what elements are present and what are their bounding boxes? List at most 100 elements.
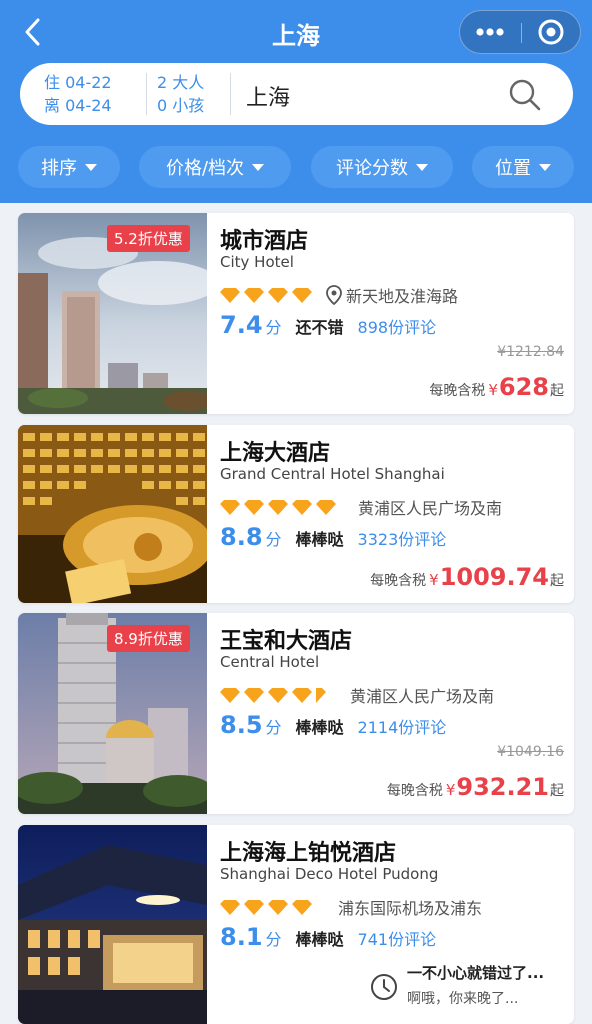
divider — [230, 73, 231, 115]
score-row: 7.4 分 还不错 898份评论 — [220, 311, 436, 339]
divider — [146, 73, 147, 115]
hotel-name: 王宝和大酒店 — [220, 629, 353, 654]
caret-down-icon — [416, 163, 428, 171]
diamond-icon — [292, 288, 312, 303]
discount-badge: 5.2折优惠 — [107, 225, 190, 252]
half-diamond-icon — [316, 688, 326, 703]
hotel-name: 上海大酒店 — [220, 441, 331, 466]
rating-row: 黄浦区人民广场及南 — [220, 495, 502, 519]
hotel-name: 城市酒店 — [220, 229, 309, 254]
currency-symbol: ¥ — [488, 381, 498, 399]
diamond-icon — [244, 900, 264, 915]
review-score: 8.8 — [220, 523, 263, 551]
rating-row: 新天地及淮海路 — [220, 283, 458, 307]
price-row: 每晚含税 ¥ 932.21 起 — [387, 773, 564, 801]
currency-symbol: ¥ — [429, 571, 439, 589]
location-text: 黄浦区人民广场及南 — [358, 499, 503, 518]
city-input[interactable]: 上海 — [246, 80, 290, 112]
price: 932.21 — [456, 773, 549, 801]
notice-title: 一不小心就错过了... — [407, 964, 545, 982]
filter-label: 排序 — [41, 158, 77, 179]
diamond-icon — [244, 288, 264, 303]
score-unit: 分 — [265, 318, 282, 337]
more-dots-icon[interactable] — [460, 11, 520, 53]
search-bar[interactable]: 住 04-22 离 04-24 2 大人 0 小孩 上海 — [20, 63, 573, 125]
rating-description: 棒棒哒 — [295, 530, 344, 549]
filter-sort[interactable]: 排序 — [18, 146, 120, 188]
diamond-rating — [220, 499, 340, 515]
original-price: ¥1212.84 — [497, 344, 564, 360]
price: 1009.74 — [439, 563, 549, 591]
filter-price[interactable]: 价格/档次 — [139, 146, 291, 188]
hotel-location: 黄浦区人民广场及南 — [358, 495, 502, 519]
review-count[interactable]: 741份评论 — [358, 926, 437, 950]
hotel-english-name: Shanghai Deco Hotel Pudong — [220, 865, 439, 883]
hotel-english-name: Central Hotel — [220, 653, 320, 671]
hotel-photo — [18, 825, 207, 1024]
filter-review-score[interactable]: 评论分数 — [311, 146, 453, 188]
score-unit: 分 — [265, 718, 282, 737]
discount-badge: 8.9折优惠 — [107, 625, 190, 652]
diamond-rating — [220, 687, 330, 703]
clock-icon — [371, 974, 397, 1000]
rating-row: 浦东国际机场及浦东 — [220, 895, 482, 919]
filter-label: 价格/档次 — [165, 158, 245, 179]
search-icon[interactable] — [506, 76, 544, 114]
rating-description: 棒棒哒 — [295, 930, 344, 949]
price-prefix: 每晚含税 — [429, 383, 486, 399]
price-row: 每晚含税 ¥ 1009.74 起 — [370, 563, 564, 591]
location-text: 新天地及淮海路 — [346, 287, 459, 306]
review-count[interactable]: 2114份评论 — [358, 714, 447, 738]
currency-symbol: ¥ — [445, 781, 456, 799]
rating-row: 黄浦区人民广场及南 — [220, 683, 494, 707]
price-prefix: 每晚含税 — [386, 783, 443, 799]
hotel-english-name: Grand Central Hotel Shanghai — [220, 465, 445, 483]
caret-down-icon — [539, 163, 551, 171]
diamond-icon — [220, 900, 240, 915]
close-mini-program-icon[interactable] — [522, 11, 580, 53]
diamond-rating — [220, 287, 316, 303]
score-row: 8.5 分 棒棒哒 2114份评论 — [220, 711, 446, 739]
review-count[interactable]: 3323份评论 — [358, 526, 447, 550]
guest-selector[interactable]: 2 大人 0 小孩 — [157, 71, 237, 117]
back-arrow-icon[interactable] — [18, 14, 48, 50]
hotel-card[interactable]: 8.9折优惠 王宝和大酒店 Central Hotel 黄浦区人民广场及南 8.… — [18, 613, 574, 814]
price-suffix: 起 — [550, 573, 564, 589]
diamond-rating — [220, 899, 316, 915]
score-unit: 分 — [265, 930, 282, 949]
header: 上海 住 04-22 离 04-24 2 大人 0 小孩 上海 排序 价格/档次… — [0, 0, 592, 203]
hotel-english-name: City Hotel — [220, 253, 294, 271]
diamond-icon — [292, 688, 312, 703]
date-selector[interactable]: 住 04-22 离 04-24 — [44, 71, 139, 117]
sold-out-notice: 一不小心就错过了... 啊哦，你来晚了... — [365, 958, 575, 1014]
filter-location[interactable]: 位置 — [472, 146, 574, 188]
hotel-location: 黄浦区人民广场及南 — [350, 683, 494, 707]
review-count[interactable]: 898份评论 — [358, 314, 437, 338]
adults-count: 2 大人 — [157, 73, 205, 92]
original-price: ¥1049.16 — [497, 744, 564, 760]
diamond-icon — [268, 688, 288, 703]
hotel-card[interactable]: 上海大酒店 Grand Central Hotel Shanghai 黄浦区人民… — [18, 425, 574, 603]
mini-program-capsule — [459, 10, 581, 54]
hotel-location: 浦东国际机场及浦东 — [338, 895, 482, 919]
diamond-icon — [292, 900, 312, 915]
caret-down-icon — [85, 163, 97, 171]
diamond-icon — [268, 500, 288, 515]
price: 628 — [498, 373, 549, 401]
location-text: 浦东国际机场及浦东 — [338, 899, 483, 918]
diamond-icon — [220, 500, 240, 515]
children-count: 0 小孩 — [157, 96, 205, 115]
hotel-location: 新天地及淮海路 — [326, 283, 458, 307]
hotel-card[interactable]: 5.2折优惠 城市酒店 City Hotel 新天地及淮海路 7.4 分 还不错… — [18, 213, 574, 414]
diamond-icon — [316, 500, 336, 515]
location-pin-icon — [326, 285, 342, 305]
price-suffix: 起 — [550, 783, 564, 799]
notice-subtitle: 啊哦，你来晚了... — [407, 991, 519, 1007]
diamond-icon — [268, 900, 288, 915]
score-row: 8.8 分 棒棒哒 3323份评论 — [220, 523, 446, 551]
filter-label: 位置 — [495, 158, 531, 179]
diamond-icon — [244, 688, 264, 703]
diamond-icon — [220, 688, 240, 703]
checkin-date: 住 04-22 — [44, 73, 112, 92]
review-score: 8.1 — [220, 923, 263, 951]
